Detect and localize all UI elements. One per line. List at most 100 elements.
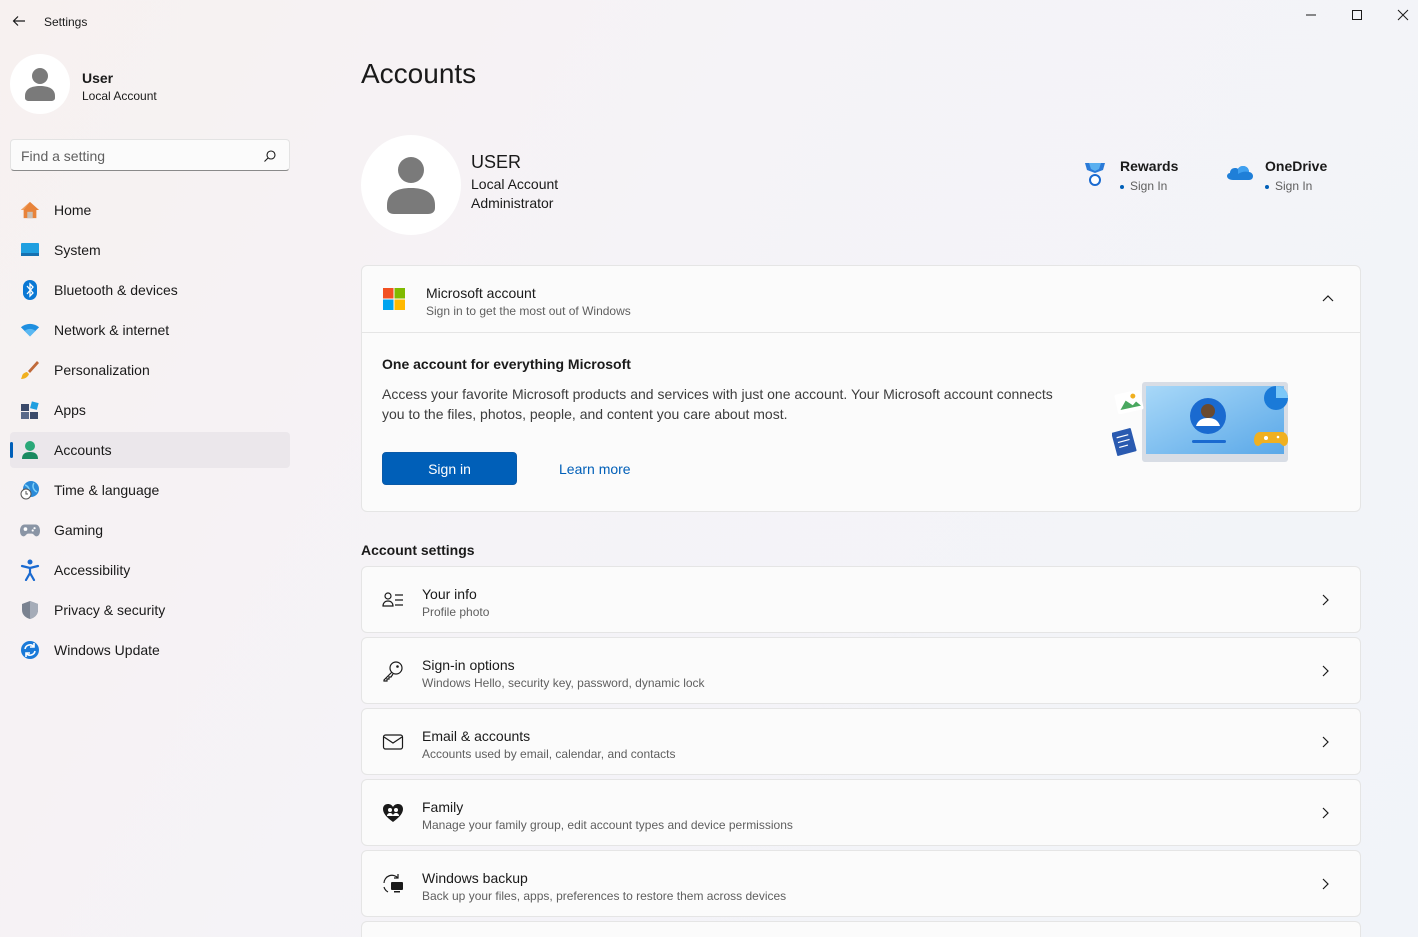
bluetooth-icon	[20, 280, 40, 300]
sidebar-item-label: Network & internet	[54, 322, 170, 338]
back-arrow-icon	[12, 16, 25, 26]
sidebar-item-label: Accessibility	[54, 562, 131, 578]
setting-row-partial[interactable]	[361, 921, 1361, 937]
key-icon	[383, 661, 403, 682]
sidebar-item-label: Apps	[54, 402, 86, 418]
microsoft-account-illustration	[1112, 382, 1288, 462]
rewards-service: Rewards Sign In	[1082, 155, 1202, 195]
chevron-right-icon	[1322, 878, 1329, 890]
family-heart-icon	[383, 804, 403, 822]
row-title: Email & accounts	[422, 728, 531, 744]
search-box	[10, 139, 290, 171]
row-subtitle: Back up your files, apps, preferences to…	[422, 889, 787, 903]
back-button[interactable]	[8, 10, 30, 32]
setting-family[interactable]: Family Manage your family group, edit ac…	[361, 779, 1361, 846]
microsoft-account-description: Access your favorite Microsoft products …	[382, 386, 1053, 422]
profile-role: Administrator	[471, 195, 554, 211]
search-icon[interactable]	[263, 149, 277, 163]
onedrive-service: OneDrive Sign In	[1227, 155, 1357, 195]
sidebar-item-accessibility[interactable]: Accessibility	[10, 552, 290, 588]
sidebar-item-gaming[interactable]: Gaming	[10, 512, 290, 548]
gamepad-icon	[20, 520, 40, 540]
sidebar-item-label: Personalization	[54, 362, 150, 378]
sidebar-item-apps[interactable]: Apps	[10, 392, 290, 428]
sidebar-item-windows-update[interactable]: Windows Update	[10, 632, 290, 668]
mail-icon	[382, 734, 404, 750]
sidebar-item-label: Gaming	[54, 522, 104, 538]
setting-windows-backup[interactable]: Windows backup Back up your files, apps,…	[361, 850, 1361, 917]
sidebar-item-accounts[interactable]: Accounts	[10, 432, 290, 468]
system-icon	[20, 240, 40, 260]
user-avatar-icon	[25, 68, 55, 101]
onedrive-icon	[1227, 166, 1253, 180]
row-title: Family	[422, 799, 464, 815]
chevron-right-icon	[1322, 807, 1329, 819]
sidebar-item-home[interactable]: Home	[10, 192, 290, 228]
sidebar-item-label: Home	[54, 202, 92, 218]
onedrive-status: Sign In	[1275, 179, 1313, 193]
search-input[interactable]	[21, 146, 251, 166]
microsoft-account-header[interactable]: Microsoft account Sign in to get the mos…	[362, 266, 1360, 333]
onedrive-name: OneDrive	[1265, 158, 1328, 174]
person-list-icon	[382, 592, 403, 607]
app-title: Settings	[44, 15, 88, 29]
rewards-icon	[1085, 163, 1105, 186]
onedrive-sign-in-link[interactable]: Sign In	[1265, 179, 1312, 193]
sidebar-item-label: Accounts	[54, 442, 112, 458]
sidebar-item-time-language[interactable]: Time & language	[10, 472, 290, 508]
sidebar-item-label: Windows Update	[54, 642, 160, 658]
row-subtitle: Manage your family group, edit account t…	[422, 818, 793, 832]
microsoft-account-body-title: One account for everything Microsoft	[382, 356, 631, 372]
avatar	[10, 54, 70, 114]
chevron-up-icon[interactable]	[1320, 290, 1336, 306]
title-bar: Settings	[0, 0, 1418, 44]
close-button[interactable]	[1380, 0, 1418, 30]
sidebar-item-label: System	[54, 242, 101, 258]
chevron-right-icon	[1322, 736, 1329, 748]
row-title: Windows backup	[422, 870, 528, 886]
microsoft-account-card: Microsoft account Sign in to get the mos…	[361, 265, 1361, 512]
sidebar-item-network[interactable]: Network & internet	[10, 312, 290, 348]
status-dot	[1120, 184, 1124, 189]
accounts-icon	[20, 440, 40, 460]
row-subtitle: Accounts used by email, calendar, and co…	[422, 747, 676, 761]
sidebar-nav: Home System Bluetooth & devices Network …	[10, 192, 290, 672]
sidebar-item-label: Time & language	[54, 482, 160, 498]
backup-icon	[383, 874, 403, 893]
maximize-icon	[1352, 10, 1362, 20]
sign-in-button[interactable]: Sign in	[382, 452, 517, 485]
setting-sign-in-options[interactable]: Sign-in options Windows Hello, security …	[361, 637, 1361, 704]
close-icon	[1397, 9, 1409, 21]
setting-your-info[interactable]: Your info Profile photo	[361, 566, 1361, 633]
sidebar-item-personalization[interactable]: Personalization	[10, 352, 290, 388]
learn-more-link[interactable]: Learn more	[559, 461, 631, 477]
sidebar-item-privacy-security[interactable]: Privacy & security	[10, 592, 290, 628]
chevron-right-icon	[1322, 594, 1329, 606]
status-dot	[1265, 184, 1269, 189]
row-subtitle: Windows Hello, security key, password, d…	[422, 676, 705, 690]
home-icon	[20, 200, 40, 220]
setting-email-accounts[interactable]: Email & accounts Accounts used by email,…	[361, 708, 1361, 775]
brush-icon	[20, 360, 40, 380]
shield-icon	[20, 600, 40, 620]
sidebar-item-bluetooth[interactable]: Bluetooth & devices	[10, 272, 290, 308]
sidebar-item-system[interactable]: System	[10, 232, 290, 268]
microsoft-account-subtitle: Sign in to get the most out of Windows	[426, 304, 631, 318]
apps-icon	[20, 400, 40, 420]
minimize-icon	[1306, 14, 1316, 16]
page-title: Accounts	[361, 58, 477, 89]
globe-clock-icon	[20, 480, 40, 500]
sidebar-item-label: Bluetooth & devices	[54, 282, 178, 298]
microsoft-account-title: Microsoft account	[426, 285, 536, 301]
sidebar-user-name: User	[82, 70, 114, 86]
user-avatar-icon	[387, 157, 435, 214]
section-title: Account settings	[361, 542, 475, 558]
sidebar-item-label: Privacy & security	[54, 602, 166, 618]
maximize-button[interactable]	[1334, 0, 1380, 30]
row-title: Your info	[422, 586, 477, 602]
rewards-status: Sign In	[1130, 179, 1168, 193]
rewards-sign-in-link[interactable]: Sign In	[1120, 179, 1167, 193]
sidebar-user-card[interactable]: User Local Account	[10, 54, 290, 116]
minimize-button[interactable]	[1288, 0, 1334, 30]
profile-account-type: Local Account	[471, 176, 559, 192]
